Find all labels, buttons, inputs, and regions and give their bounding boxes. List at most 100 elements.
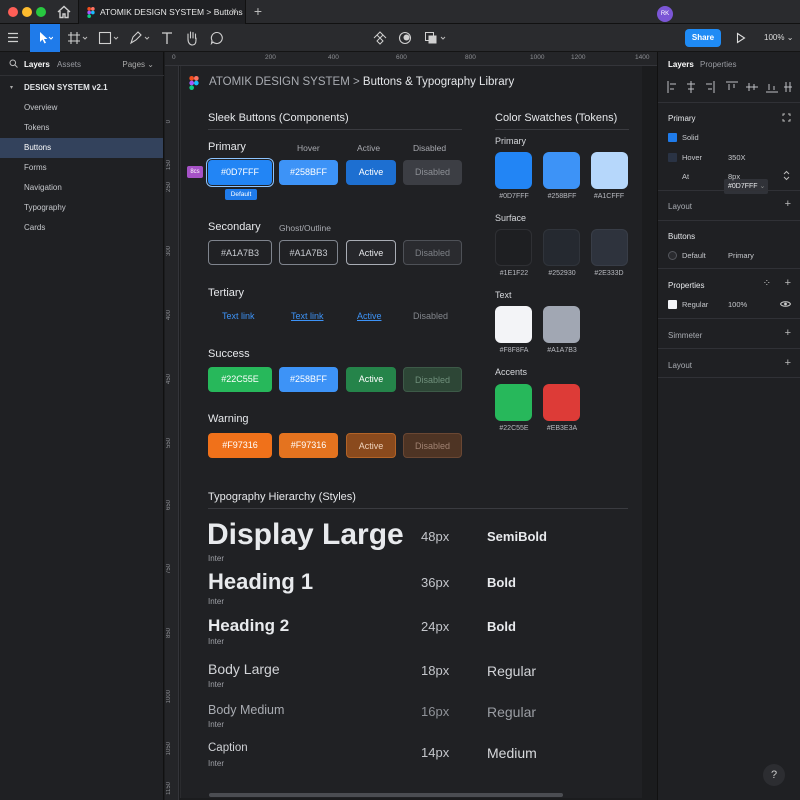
type-sample-display-large: Display Large [207, 518, 404, 551]
fill-color-swatch[interactable] [668, 133, 677, 142]
ruler-tick: 150 [166, 160, 172, 171]
text-tool-icon[interactable] [161, 31, 173, 45]
tab-properties[interactable]: Properties [700, 60, 736, 69]
swatch-label: #1E1F22 [499, 270, 529, 277]
swatch-label: #F8F8FA [499, 347, 529, 354]
hover-color-swatch[interactable] [668, 153, 677, 162]
secondary-default-button[interactable]: #A1A7B3 [208, 240, 272, 265]
sidebar-item-buttons[interactable]: Buttons [0, 138, 163, 158]
secondary-active-button[interactable]: Active [346, 240, 396, 265]
document-tab[interactable]: ATOMIK DESIGN SYSTEM > Buttons × [78, 0, 246, 24]
tab-assets[interactable]: Assets [57, 60, 81, 69]
mask-icon[interactable] [398, 31, 412, 45]
add-layout-icon[interactable]: + [785, 198, 791, 210]
tertiary-disabled-link[interactable]: Disabled [413, 311, 448, 321]
type-weight: Regular [487, 704, 537, 720]
swatch-primary-2[interactable] [543, 152, 580, 189]
new-tab-button[interactable]: + [250, 3, 266, 19]
tertiary-hover-link[interactable]: Text link [291, 311, 324, 321]
swatch-group-surface: Surface [495, 213, 527, 223]
radius-value[interactable]: 8px [728, 172, 740, 181]
sidebar-item-forms[interactable]: Forms [0, 158, 163, 178]
swatch-primary-1[interactable] [495, 152, 532, 189]
swatch-text-2[interactable] [543, 306, 580, 343]
swatch-accent-2[interactable] [543, 384, 580, 421]
zoom-level[interactable]: 100% ⌄ [764, 33, 793, 42]
present-icon[interactable] [736, 32, 746, 44]
success-default-button[interactable]: #22C55E [208, 367, 272, 392]
primary-active-button[interactable]: Active [346, 160, 396, 185]
share-button[interactable]: Share [685, 29, 721, 47]
sidebar-item-overview[interactable]: Overview [0, 98, 163, 118]
comment-tool-icon[interactable] [210, 31, 224, 45]
ruler-tick: 450 [166, 374, 172, 385]
maximize-window-button[interactable] [36, 7, 46, 17]
hover-value[interactable]: 350X [728, 153, 746, 162]
boolean-icon[interactable] [424, 31, 450, 45]
type-size: 16px [421, 704, 450, 719]
stepper-icon[interactable] [783, 170, 790, 181]
move-tool-button[interactable] [30, 24, 60, 52]
pen-tool-icon[interactable] [129, 31, 153, 45]
hand-tool-icon[interactable] [185, 30, 199, 46]
success-disabled-button[interactable]: Disabled [403, 367, 462, 392]
success-hover-button[interactable]: #258BFF [279, 367, 338, 392]
layout-section-2: Layout + [658, 348, 800, 378]
frame-tool-icon[interactable] [67, 31, 89, 45]
shape-tool-icon[interactable] [98, 31, 122, 45]
warning-hover-button[interactable]: #F97316 [279, 433, 338, 458]
sidebar-item-label: Overview [24, 103, 58, 112]
eye-icon[interactable] [780, 300, 791, 308]
swatch-surface-3[interactable] [591, 229, 628, 266]
secondary-disabled-button[interactable]: Disabled [403, 240, 462, 265]
swatch-primary-3[interactable] [591, 152, 628, 189]
ruler-tick: 300 [166, 246, 172, 257]
sidebar-item-navigation[interactable]: Navigation [0, 178, 163, 198]
tab-layers-right[interactable]: Layers [668, 60, 694, 69]
swatch-accent-1[interactable] [495, 384, 532, 421]
warning-default-button[interactable]: #F97316 [208, 433, 272, 458]
main-menu-icon[interactable] [7, 32, 19, 43]
grid-icon[interactable]: ⁘ [763, 278, 771, 289]
design-frame[interactable]: ATOMIK DESIGN SYSTEM > Buttons & Typogra… [180, 66, 642, 798]
primary-disabled-button[interactable]: Disabled [403, 160, 462, 185]
primary-hover-button[interactable]: #258BFF [279, 160, 338, 185]
swatch-surface-2[interactable] [543, 229, 580, 266]
add-layout-icon[interactable]: + [785, 357, 791, 369]
close-window-button[interactable] [8, 7, 18, 17]
help-button[interactable]: ? [763, 764, 785, 786]
sidebar-item-tokens[interactable]: Tokens [0, 118, 163, 138]
user-avatar[interactable]: RK [657, 6, 673, 22]
add-property-icon[interactable]: + [785, 277, 791, 289]
warning-active-button[interactable]: Active [346, 433, 396, 458]
tertiary-default-link[interactable]: Text link [222, 311, 255, 321]
pages-dropdown[interactable]: Pages ⌄ [122, 60, 154, 69]
warning-disabled-button[interactable]: Disabled [403, 433, 462, 458]
minimize-window-button[interactable] [22, 7, 32, 17]
search-icon[interactable] [9, 59, 18, 68]
secondary-hover-button[interactable]: #A1A7B3 [279, 240, 338, 265]
components-icon[interactable] [373, 31, 387, 45]
row-label-secondary: Secondary [208, 221, 261, 233]
add-shimmer-icon[interactable]: + [785, 327, 791, 339]
horizontal-scrollbar[interactable] [209, 793, 563, 797]
fill-white-swatch[interactable] [668, 300, 677, 309]
close-tab-icon[interactable]: × [231, 6, 237, 17]
canvas[interactable]: ATOMIK DESIGN SYSTEM > Buttons & Typogra… [180, 66, 657, 800]
variant-value[interactable]: Primary [728, 251, 754, 260]
sidebar-item-typography[interactable]: Typography [0, 198, 163, 218]
success-active-button[interactable]: Active [346, 367, 396, 392]
tab-layers[interactable]: Layers [24, 60, 50, 69]
ruler-tick: 550 [166, 438, 172, 449]
alignment-icons[interactable] [666, 80, 794, 94]
sidebar-item-cards[interactable]: Cards [0, 218, 163, 238]
swatch-text-1[interactable] [495, 306, 532, 343]
layer-root[interactable]: ▾ DESIGN SYSTEM v2.1 [0, 78, 163, 98]
home-icon[interactable] [56, 4, 72, 20]
primary-default-button[interactable]: #0D7FFF [206, 158, 274, 187]
opacity-value[interactable]: 100% [728, 300, 747, 309]
title-bar: ATOMIK DESIGN SYSTEM > Buttons × + [0, 0, 800, 24]
tertiary-active-link[interactable]: Active [357, 311, 382, 321]
swatch-surface-1[interactable] [495, 229, 532, 266]
expand-icon[interactable] [782, 113, 791, 122]
